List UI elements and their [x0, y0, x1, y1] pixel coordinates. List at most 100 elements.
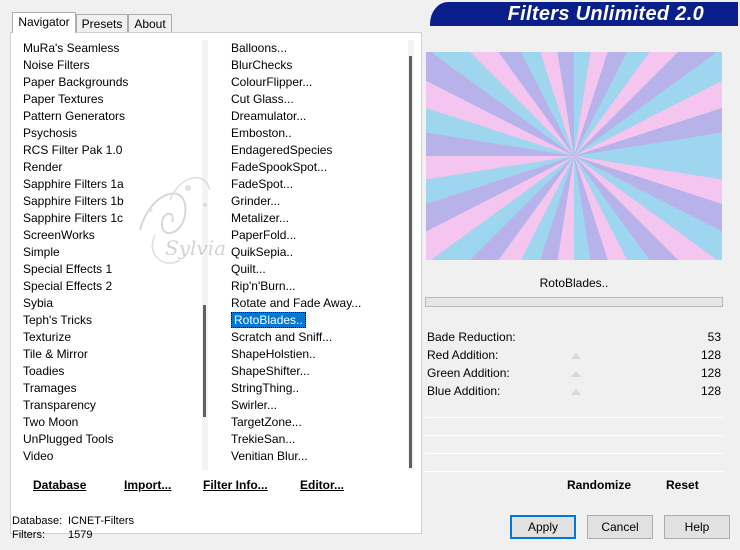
- list-item[interactable]: Transparency: [21, 397, 197, 414]
- list-item-label: Rip'n'Burn...: [231, 279, 296, 293]
- list-item[interactable]: ShapeHolstien..: [229, 346, 405, 363]
- list-item-label: Psychosis: [23, 126, 78, 140]
- list-item[interactable]: Toadies: [21, 363, 197, 380]
- list-item[interactable]: PaperFold...: [229, 227, 405, 244]
- list-item[interactable]: Two Moon: [21, 414, 197, 431]
- filter-info-button[interactable]: Filter Info...: [203, 478, 268, 492]
- filter-name-label: RotoBlades..: [539, 276, 609, 290]
- list-item-label: Scratch and Sniff...: [231, 330, 333, 344]
- filter-list[interactable]: Balloons... BlurChecks ColourFlipper... Cut…: [229, 40, 405, 470]
- list-item[interactable]: Rip'n'Burn...: [229, 278, 405, 295]
- param-row-empty: [425, 400, 723, 418]
- list-item[interactable]: Swirler...: [229, 397, 405, 414]
- help-button[interactable]: Help: [664, 515, 730, 539]
- param-label: Blue Addition:: [427, 384, 501, 398]
- list-item[interactable]: Paper Backgrounds: [21, 74, 197, 91]
- list-item[interactable]: RotoBlades..: [229, 312, 405, 329]
- list-item-label: Render: [23, 160, 63, 174]
- list-item-label: ShapeHolstien..: [231, 347, 316, 361]
- param-row[interactable]: Blue Addition: 128: [425, 382, 723, 401]
- list-item[interactable]: FadeSpot...: [229, 176, 405, 193]
- list-item[interactable]: BlurChecks: [229, 57, 405, 74]
- list-item[interactable]: Grinder...: [229, 193, 405, 210]
- filter-scroll-thumb[interactable]: [409, 56, 412, 468]
- list-item-label: Paper Backgrounds: [23, 75, 129, 89]
- tab-navigator[interactable]: Navigator: [12, 12, 76, 33]
- list-item[interactable]: Dreamulator...: [229, 108, 405, 125]
- param-label: Red Addition:: [427, 348, 499, 362]
- list-item-label: Tramages: [23, 381, 77, 395]
- list-item[interactable]: TargetZone...: [229, 414, 405, 431]
- list-item-label: Balloons...: [231, 41, 288, 55]
- list-item[interactable]: FadeSpookSpot...: [229, 159, 405, 176]
- list-item-label: Venitian Blur...: [231, 449, 308, 463]
- editor-button[interactable]: Editor...: [300, 478, 344, 492]
- param-row[interactable]: Red Addition: 128: [425, 346, 723, 365]
- list-item[interactable]: MuRa's Seamless: [21, 40, 197, 57]
- list-item-label: Video: [23, 449, 54, 463]
- param-value[interactable]: 128: [701, 382, 721, 400]
- slider-marker-icon: [571, 382, 581, 395]
- list-item[interactable]: Noise Filters: [21, 57, 197, 74]
- database-status-value: ICNET-Filters: [68, 515, 134, 527]
- list-item[interactable]: Psychosis: [21, 125, 197, 142]
- tab-presets[interactable]: Presets: [76, 14, 128, 33]
- apply-button[interactable]: Apply: [510, 515, 576, 539]
- list-item[interactable]: Texturize: [21, 329, 197, 346]
- reset-button[interactable]: Reset: [666, 478, 699, 492]
- category-scroll-thumb[interactable]: [203, 305, 206, 417]
- import-button[interactable]: Import...: [124, 478, 171, 492]
- list-item[interactable]: TrekieSan...: [229, 431, 405, 448]
- param-row[interactable]: Bade Reduction: 53: [425, 328, 723, 347]
- list-item-label: TrekieSan...: [231, 432, 296, 446]
- list-item[interactable]: Sybia: [21, 295, 197, 312]
- list-item[interactable]: Rotate and Fade Away...: [229, 295, 405, 312]
- list-item[interactable]: EndageredSpecies: [229, 142, 405, 159]
- list-item[interactable]: Pattern Generators: [21, 108, 197, 125]
- list-item[interactable]: Tramages: [21, 380, 197, 397]
- list-item-label: Transparency: [23, 398, 96, 412]
- tab-about[interactable]: About: [128, 14, 172, 33]
- list-item-label: Sapphire Filters 1a: [23, 177, 124, 191]
- list-item[interactable]: Paper Textures: [21, 91, 197, 108]
- filters-count-value: 1579: [68, 529, 93, 541]
- list-item-label: Cut Glass...: [231, 92, 294, 106]
- list-item[interactable]: Tile & Mirror: [21, 346, 197, 363]
- filter-scrollbar[interactable]: [408, 40, 414, 470]
- param-row-empty: [425, 418, 723, 436]
- list-item[interactable]: Balloons...: [229, 40, 405, 57]
- param-label: Green Addition:: [427, 366, 510, 380]
- list-item[interactable]: QuikSepia..: [229, 244, 405, 261]
- list-item-label: StringThing..: [231, 381, 300, 395]
- list-item[interactable]: Quilt...: [229, 261, 405, 278]
- cancel-button[interactable]: Cancel: [587, 515, 653, 539]
- database-button[interactable]: Database: [33, 478, 86, 492]
- param-value[interactable]: 53: [708, 328, 721, 346]
- list-item[interactable]: Emboston..: [229, 125, 405, 142]
- list-item[interactable]: UnPlugged Tools: [21, 431, 197, 448]
- list-item[interactable]: RCS Filter Pak 1.0: [21, 142, 197, 159]
- list-item[interactable]: Cut Glass...: [229, 91, 405, 108]
- param-value[interactable]: 128: [701, 346, 721, 364]
- list-item[interactable]: Special Effects 2: [21, 278, 197, 295]
- list-item[interactable]: StringThing..: [229, 380, 405, 397]
- filters-count-label: Filters:: [12, 529, 45, 541]
- slider-marker-icon: [571, 364, 581, 377]
- filter-preview: [426, 52, 722, 260]
- app-title: Filters Unlimited 2.0: [507, 3, 704, 25]
- param-row[interactable]: Green Addition: 128: [425, 364, 723, 383]
- list-item-label: Sapphire Filters 1b: [23, 194, 124, 208]
- list-item-label: Emboston..: [231, 126, 292, 140]
- randomize-button[interactable]: Randomize: [567, 478, 631, 492]
- progress-bar: [425, 297, 723, 307]
- param-value[interactable]: 128: [701, 364, 721, 382]
- list-item[interactable]: Metalizer...: [229, 210, 405, 227]
- list-item[interactable]: ShapeShifter...: [229, 363, 405, 380]
- list-item[interactable]: Teph's Tricks: [21, 312, 197, 329]
- list-item-label: Noise Filters: [23, 58, 90, 72]
- list-item[interactable]: Video: [21, 448, 197, 465]
- list-item-label: TargetZone...: [231, 415, 302, 429]
- list-item[interactable]: ColourFlipper...: [229, 74, 405, 91]
- list-item[interactable]: Scratch and Sniff...: [229, 329, 405, 346]
- list-item[interactable]: Venitian Blur...: [229, 448, 405, 465]
